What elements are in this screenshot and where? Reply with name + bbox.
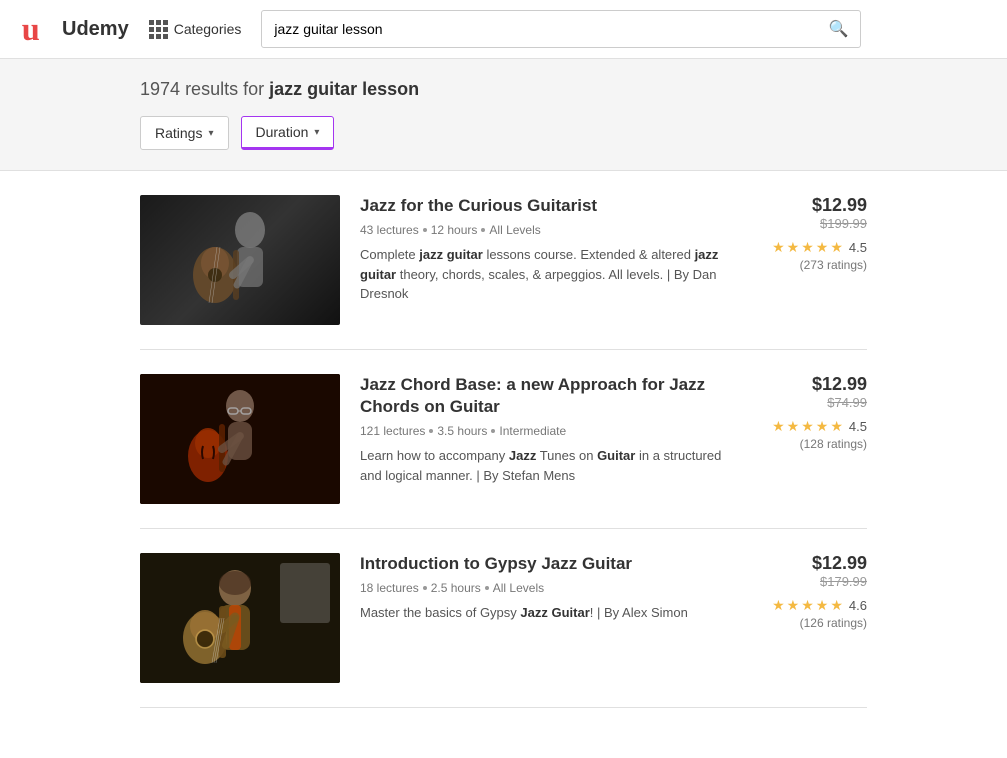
chevron-down-icon: ▾ bbox=[208, 128, 213, 139]
star-2: ★ bbox=[787, 418, 800, 435]
course-info: Jazz Chord Base: a new Approach for Jazz… bbox=[360, 374, 737, 485]
star-rating: ★ ★ ★ ★ ★ 4.5 bbox=[757, 239, 867, 256]
price-original: $74.99 bbox=[757, 395, 867, 410]
categories-button[interactable]: Categories bbox=[149, 20, 242, 39]
star-5-half: ★ bbox=[830, 418, 843, 435]
star-4: ★ bbox=[816, 418, 829, 435]
logo[interactable]: u Udemy bbox=[20, 11, 129, 47]
price-current: $12.99 bbox=[757, 374, 867, 395]
hours-count: 12 hours bbox=[431, 223, 478, 237]
separator-dot bbox=[423, 586, 427, 590]
course-description: Complete jazz guitar lessons course. Ext… bbox=[360, 245, 737, 304]
results-query: jazz guitar lesson bbox=[269, 79, 419, 99]
star-5-half: ★ bbox=[830, 597, 843, 614]
svg-text:u: u bbox=[22, 12, 40, 47]
course-thumbnail[interactable] bbox=[140, 195, 340, 325]
search-icon: 🔍 bbox=[828, 21, 848, 38]
ratings-filter-label: Ratings bbox=[155, 125, 202, 141]
lectures-count: 18 lectures bbox=[360, 581, 419, 595]
course-thumbnail[interactable] bbox=[140, 553, 340, 683]
price-current: $12.99 bbox=[757, 195, 867, 216]
course-info: Jazz for the Curious Guitarist 43 lectur… bbox=[360, 195, 737, 304]
hours-count: 2.5 hours bbox=[431, 581, 481, 595]
filter-bar: Ratings ▾ Duration ▾ bbox=[140, 116, 867, 150]
header: u Udemy Categories 🔍 bbox=[0, 0, 1007, 59]
hours-count: 3.5 hours bbox=[437, 424, 487, 438]
separator-dot bbox=[491, 429, 495, 433]
star-1: ★ bbox=[772, 597, 785, 614]
lectures-count: 121 lectures bbox=[360, 424, 425, 438]
course-description: Master the basics of Gypsy Jazz Guitar! … bbox=[360, 603, 737, 623]
ratings-count: (126 ratings) bbox=[757, 616, 867, 630]
course-title[interactable]: Jazz for the Curious Guitarist bbox=[360, 195, 737, 217]
results-count: 1974 bbox=[140, 79, 180, 99]
course-meta: 18 lectures 2.5 hours All Levels bbox=[360, 581, 737, 595]
star-3: ★ bbox=[801, 597, 814, 614]
price-original: $179.99 bbox=[757, 574, 867, 589]
star-rating: ★ ★ ★ ★ ★ 4.5 bbox=[757, 418, 867, 435]
duration-filter-label: Duration bbox=[256, 124, 309, 140]
course-price: $12.99 $179.99 ★ ★ ★ ★ ★ 4.6 (126 rating… bbox=[757, 553, 867, 630]
ratings-count: (128 ratings) bbox=[757, 437, 867, 451]
ratings-filter-button[interactable]: Ratings ▾ bbox=[140, 116, 229, 150]
star-3: ★ bbox=[801, 418, 814, 435]
course-meta: 43 lectures 12 hours All Levels bbox=[360, 223, 737, 237]
results-text: 1974 results for jazz guitar lesson bbox=[140, 79, 867, 100]
separator-dot bbox=[485, 586, 489, 590]
rating-number: 4.5 bbox=[849, 240, 867, 255]
course-card: Jazz Chord Base: a new Approach for Jazz… bbox=[140, 350, 867, 529]
ratings-count: (273 ratings) bbox=[757, 258, 867, 272]
course-thumbnail[interactable] bbox=[140, 374, 340, 504]
separator-dot bbox=[429, 429, 433, 433]
rating-number: 4.5 bbox=[849, 419, 867, 434]
results-prefix: results for bbox=[185, 79, 269, 99]
separator-dot bbox=[423, 228, 427, 232]
categories-label: Categories bbox=[174, 21, 242, 37]
star-1: ★ bbox=[772, 418, 785, 435]
star-rating: ★ ★ ★ ★ ★ 4.6 bbox=[757, 597, 867, 614]
course-price: $12.99 $199.99 ★ ★ ★ ★ ★ 4.5 (273 rating… bbox=[757, 195, 867, 272]
course-meta: 121 lectures 3.5 hours Intermediate bbox=[360, 424, 737, 438]
price-current: $12.99 bbox=[757, 553, 867, 574]
separator-dot bbox=[481, 228, 485, 232]
course-title[interactable]: Introduction to Gypsy Jazz Guitar bbox=[360, 553, 737, 575]
star-4: ★ bbox=[816, 239, 829, 256]
course-card: Introduction to Gypsy Jazz Guitar 18 lec… bbox=[140, 529, 867, 708]
star-1: ★ bbox=[772, 239, 785, 256]
star-2: ★ bbox=[787, 239, 800, 256]
course-level: All Levels bbox=[493, 581, 544, 595]
grid-icon bbox=[149, 20, 168, 39]
star-2: ★ bbox=[787, 597, 800, 614]
main-content: Jazz for the Curious Guitarist 43 lectur… bbox=[0, 171, 1007, 708]
course-list: Jazz for the Curious Guitarist 43 lectur… bbox=[140, 171, 867, 708]
course-level: Intermediate bbox=[499, 424, 566, 438]
logo-text: Udemy bbox=[62, 18, 129, 41]
course-card: Jazz for the Curious Guitarist 43 lectur… bbox=[140, 171, 867, 350]
star-3: ★ bbox=[801, 239, 814, 256]
sub-header: 1974 results for jazz guitar lesson Rati… bbox=[0, 59, 1007, 171]
course-price: $12.99 $74.99 ★ ★ ★ ★ ★ 4.5 (128 ratings… bbox=[757, 374, 867, 451]
duration-filter-button[interactable]: Duration ▾ bbox=[241, 116, 335, 150]
star-4: ★ bbox=[816, 597, 829, 614]
price-original: $199.99 bbox=[757, 216, 867, 231]
star-5-half: ★ bbox=[830, 239, 843, 256]
course-level: All Levels bbox=[489, 223, 540, 237]
search-bar: 🔍 bbox=[261, 10, 861, 48]
search-input[interactable] bbox=[262, 13, 816, 45]
search-button[interactable]: 🔍 bbox=[816, 11, 860, 47]
chevron-down-icon: ▾ bbox=[314, 127, 319, 138]
lectures-count: 43 lectures bbox=[360, 223, 419, 237]
course-title[interactable]: Jazz Chord Base: a new Approach for Jazz… bbox=[360, 374, 737, 418]
course-description: Learn how to accompany Jazz Tunes on Gui… bbox=[360, 446, 737, 485]
course-info: Introduction to Gypsy Jazz Guitar 18 lec… bbox=[360, 553, 737, 623]
rating-number: 4.6 bbox=[849, 598, 867, 613]
